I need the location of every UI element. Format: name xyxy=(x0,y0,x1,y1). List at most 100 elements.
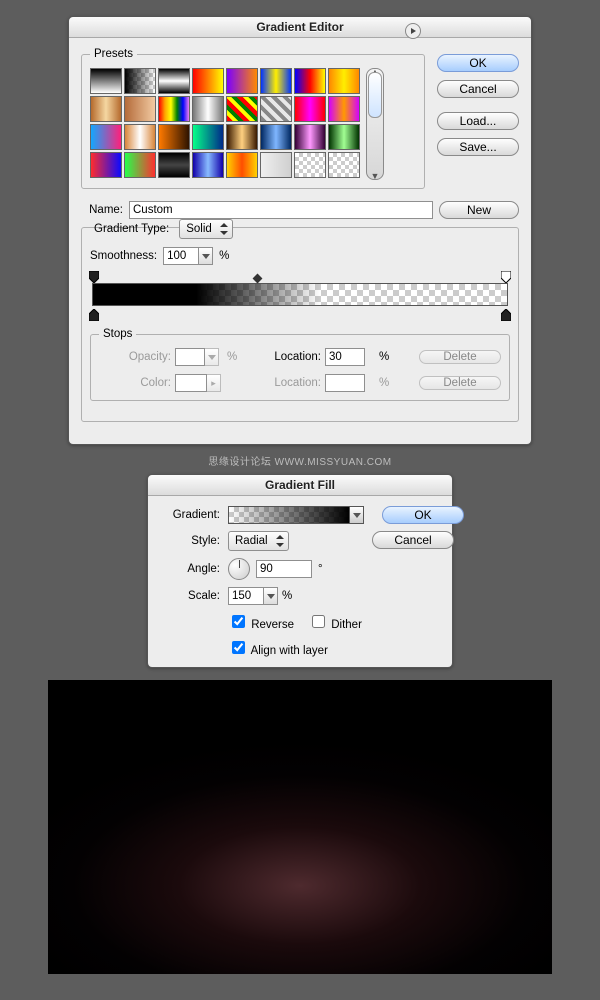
preset-swatch[interactable] xyxy=(226,68,258,94)
preset-swatch[interactable] xyxy=(192,152,224,178)
new-button[interactable]: New xyxy=(439,201,519,219)
cancel-button[interactable]: Cancel xyxy=(437,80,519,98)
preset-swatches xyxy=(90,68,360,178)
preset-swatch[interactable] xyxy=(294,68,326,94)
presets-scrollbar[interactable]: ▲ ▼ xyxy=(366,68,384,180)
degree-label: ° xyxy=(318,563,323,575)
preset-swatch[interactable] xyxy=(158,96,190,122)
dropdown-icon[interactable] xyxy=(353,513,361,518)
preset-swatch[interactable] xyxy=(294,124,326,150)
watermark-text: 思缘设计论坛 WWW.MISSYUAN.COM xyxy=(34,453,566,468)
color-label: Color: xyxy=(99,377,171,389)
name-label: Name: xyxy=(81,204,123,216)
opacity-stop-left[interactable] xyxy=(89,271,99,281)
preset-swatch[interactable] xyxy=(124,152,156,178)
gradient-preview xyxy=(92,283,508,306)
preset-swatch[interactable] xyxy=(158,152,190,178)
result-preview xyxy=(48,680,552,974)
preset-swatch[interactable] xyxy=(328,152,360,178)
preset-swatch[interactable] xyxy=(226,96,258,122)
color-stop-right[interactable] xyxy=(501,309,511,319)
preset-swatch[interactable] xyxy=(192,124,224,150)
preset-swatch[interactable] xyxy=(226,124,258,150)
preset-swatch[interactable] xyxy=(158,124,190,150)
location-input[interactable] xyxy=(325,348,365,366)
percent-label: % xyxy=(219,250,229,262)
preset-swatch[interactable] xyxy=(158,68,190,94)
preset-swatch[interactable] xyxy=(90,124,122,150)
presets-label: Presets xyxy=(90,48,137,60)
gradient-type-value: Solid xyxy=(186,223,212,235)
gradient-type-select[interactable]: Solid xyxy=(179,219,233,239)
reverse-checkbox[interactable]: Reverse xyxy=(228,612,294,631)
save-button[interactable]: Save... xyxy=(437,138,519,156)
dropdown-icon[interactable] xyxy=(208,355,216,360)
preset-swatch[interactable] xyxy=(294,152,326,178)
preset-swatch[interactable] xyxy=(90,68,122,94)
gradient-editor-dialog: Gradient Editor Presets ▲ ▼ OK Cancel xyxy=(68,16,532,445)
preset-swatch[interactable] xyxy=(192,96,224,122)
preset-swatch[interactable] xyxy=(124,96,156,122)
gradient-type-label: Gradient Type: xyxy=(90,223,173,235)
smoothness-label: Smoothness: xyxy=(90,250,157,262)
opacity-label: Opacity: xyxy=(99,351,171,363)
cancel-button[interactable]: Cancel xyxy=(372,531,454,549)
opacity-stop-right[interactable] xyxy=(501,271,511,281)
load-button[interactable]: Load... xyxy=(437,112,519,130)
smoothness-input[interactable] xyxy=(163,247,199,265)
play-icon[interactable]: ▸ xyxy=(211,378,216,389)
angle-input[interactable] xyxy=(256,560,312,578)
preset-swatch[interactable] xyxy=(260,68,292,94)
preset-swatch[interactable] xyxy=(260,124,292,150)
dither-checkbox[interactable]: Dither xyxy=(308,612,362,631)
chevron-updown-icon xyxy=(220,224,228,234)
preset-swatch[interactable] xyxy=(90,96,122,122)
gradient-swatch[interactable] xyxy=(228,506,350,524)
percent-label: % xyxy=(282,590,292,602)
flyout-menu-icon[interactable] xyxy=(405,23,421,39)
preset-swatch[interactable] xyxy=(260,152,292,178)
preset-swatch[interactable] xyxy=(90,152,122,178)
scroll-down-icon[interactable]: ▼ xyxy=(367,171,383,181)
scale-label: Scale: xyxy=(162,590,220,602)
stops-label: Stops xyxy=(99,328,136,340)
location-label: Location: xyxy=(261,351,321,363)
delete-opacity-stop-button[interactable]: Delete xyxy=(419,350,501,364)
percent-label: % xyxy=(379,377,393,389)
preset-swatch[interactable] xyxy=(192,68,224,94)
color-swatch[interactable] xyxy=(175,374,207,392)
preset-swatch[interactable] xyxy=(328,124,360,150)
preset-swatch[interactable] xyxy=(260,96,292,122)
gradient-fill-dialog: Gradient Fill Gradient: OK Style: Radial… xyxy=(147,474,453,668)
preset-swatch[interactable] xyxy=(328,68,360,94)
dropdown-icon[interactable] xyxy=(202,254,210,259)
delete-color-stop-button[interactable]: Delete xyxy=(419,376,501,390)
percent-label: % xyxy=(379,351,393,363)
angle-dial[interactable] xyxy=(228,558,250,580)
dialog-title: Gradient Fill xyxy=(148,475,452,496)
location-label: Location: xyxy=(261,377,321,389)
angle-label: Angle: xyxy=(162,563,220,575)
scale-input[interactable] xyxy=(228,587,264,605)
style-select[interactable]: Radial xyxy=(228,531,289,551)
ok-button[interactable]: OK xyxy=(437,54,519,72)
preset-swatch[interactable] xyxy=(226,152,258,178)
color-location-input[interactable] xyxy=(325,374,365,392)
opacity-input[interactable] xyxy=(175,348,205,366)
style-label: Style: xyxy=(162,535,220,547)
align-checkbox[interactable]: Align with layer xyxy=(228,638,364,657)
percent-label: % xyxy=(227,351,239,363)
ok-button[interactable]: OK xyxy=(382,506,464,524)
preset-swatch[interactable] xyxy=(124,124,156,150)
dropdown-icon[interactable] xyxy=(267,594,275,599)
preset-swatch[interactable] xyxy=(294,96,326,122)
preset-swatch[interactable] xyxy=(328,96,360,122)
gradient-bar[interactable] xyxy=(92,283,508,306)
scroll-thumb[interactable] xyxy=(368,72,382,118)
dialog-title: Gradient Editor xyxy=(69,17,531,38)
midpoint-marker[interactable] xyxy=(253,274,263,284)
color-stop-left[interactable] xyxy=(89,309,99,319)
preset-swatch[interactable] xyxy=(124,68,156,94)
name-input[interactable] xyxy=(129,201,433,219)
chevron-updown-icon xyxy=(276,536,284,546)
